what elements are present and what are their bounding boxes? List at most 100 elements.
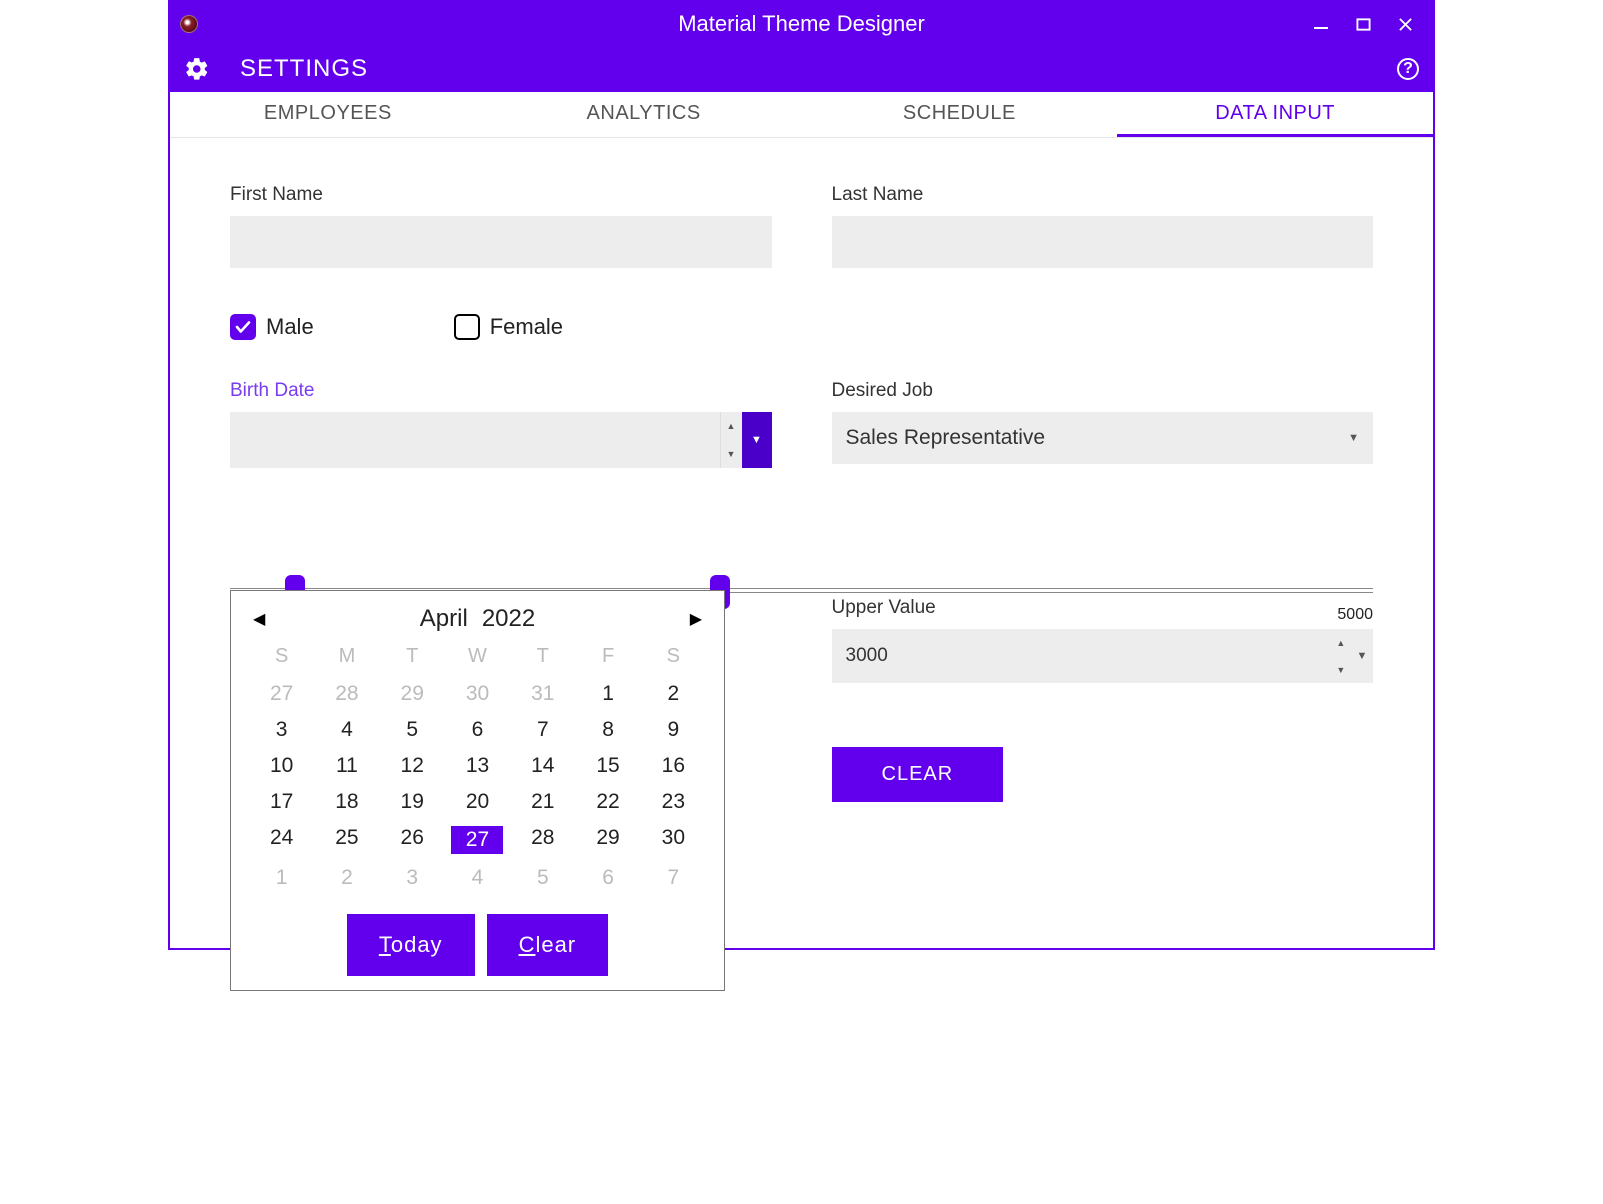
calendar-day[interactable]: 18	[314, 786, 379, 818]
upper-value-label: Upper Value	[832, 597, 1374, 619]
upper-value-input[interactable]	[832, 629, 1331, 683]
content-area: First Name Last Name Male Female Birth D…	[170, 138, 1433, 848]
calendar-day[interactable]: 27	[445, 822, 510, 858]
settings-bar: SETTINGS ?	[170, 46, 1433, 92]
calendar-next-month[interactable]	[690, 609, 702, 629]
help-icon: ?	[1397, 58, 1419, 80]
calendar-day[interactable]: 19	[380, 786, 445, 818]
female-checkbox[interactable]: Female	[454, 314, 563, 340]
calendar-day[interactable]: 9	[641, 714, 706, 746]
calendar-day[interactable]: 29	[380, 678, 445, 710]
calendar-day[interactable]: 8	[575, 714, 640, 746]
checkbox-empty-icon	[454, 314, 480, 340]
calendar-day[interactable]: 23	[641, 786, 706, 818]
female-label: Female	[490, 314, 563, 340]
male-label: Male	[266, 314, 314, 340]
calendar-dow: S	[249, 643, 314, 674]
last-name-label: Last Name	[832, 184, 1374, 206]
calendar-day[interactable]: 20	[445, 786, 510, 818]
spin-down-icon[interactable]	[721, 440, 742, 468]
last-name-input[interactable]	[832, 216, 1374, 268]
calendar-day[interactable]: 12	[380, 750, 445, 782]
calendar-day[interactable]: 4	[445, 862, 510, 894]
tab-data-input[interactable]: DATA INPUT	[1117, 92, 1433, 137]
desired-job-select[interactable]: Sales Representative	[832, 412, 1374, 464]
birth-date-input[interactable]	[230, 412, 720, 468]
birth-date-dropdown-button[interactable]	[742, 412, 772, 468]
calendar-day[interactable]: 2	[641, 678, 706, 710]
birth-date-label: Birth Date	[230, 380, 772, 402]
calendar-day[interactable]: 31	[510, 678, 575, 710]
tab-analytics[interactable]: ANALYTICS	[486, 92, 802, 137]
calendar-day[interactable]: 3	[380, 862, 445, 894]
calendar-day[interactable]: 7	[510, 714, 575, 746]
desired-job-value: Sales Representative	[846, 426, 1046, 450]
male-checkbox[interactable]: Male	[230, 314, 314, 340]
tab-employees[interactable]: EMPLOYEES	[170, 92, 486, 137]
calendar-day[interactable]: 28	[314, 678, 379, 710]
calendar-day[interactable]: 25	[314, 822, 379, 858]
calendar-day[interactable]: 27	[249, 678, 314, 710]
calendar-day[interactable]: 17	[249, 786, 314, 818]
window-title: Material Theme Designer	[678, 11, 925, 37]
calendar-day[interactable]: 24	[249, 822, 314, 858]
calendar-day[interactable]: 29	[575, 822, 640, 858]
calendar-day[interactable]: 2	[314, 862, 379, 894]
check-icon	[230, 314, 256, 340]
calendar-today-button[interactable]: Today	[347, 914, 475, 976]
upper-dropdown-icon[interactable]	[1351, 629, 1373, 683]
calendar-title[interactable]: April 2022	[420, 605, 535, 633]
calendar-day[interactable]: 21	[510, 786, 575, 818]
birth-date-spinner	[720, 412, 742, 468]
first-name-input[interactable]	[230, 216, 772, 268]
calendar-prev-month[interactable]	[253, 609, 265, 629]
calendar-year: 2022	[482, 605, 535, 633]
calendar-day[interactable]: 11	[314, 750, 379, 782]
calendar-day[interactable]: 5	[380, 714, 445, 746]
tab-strip: EMPLOYEES ANALYTICS SCHEDULE DATA INPUT	[170, 92, 1433, 138]
calendar-day[interactable]: 22	[575, 786, 640, 818]
calendar-day[interactable]: 4	[314, 714, 379, 746]
calendar-day[interactable]: 30	[641, 822, 706, 858]
slider-max-label: 5000	[1337, 606, 1373, 624]
maximize-button[interactable]	[1349, 10, 1377, 38]
calendar-day[interactable]: 14	[510, 750, 575, 782]
calendar-day[interactable]: 1	[575, 678, 640, 710]
calendar-day[interactable]: 6	[575, 862, 640, 894]
upper-spin-up-icon[interactable]	[1331, 629, 1351, 656]
calendar-dow: F	[575, 643, 640, 674]
gear-icon[interactable]	[184, 56, 210, 82]
help-button[interactable]: ?	[1397, 58, 1419, 80]
calendar-day[interactable]: 28	[510, 822, 575, 858]
calendar-clear-button[interactable]: Clear	[487, 914, 609, 976]
calendar-dow: T	[510, 643, 575, 674]
calendar-dow: M	[314, 643, 379, 674]
calendar-day[interactable]: 6	[445, 714, 510, 746]
close-button[interactable]	[1391, 10, 1419, 38]
calendar-day[interactable]: 5	[510, 862, 575, 894]
spin-up-icon[interactable]	[721, 412, 742, 440]
minimize-button[interactable]	[1307, 10, 1335, 38]
upper-value-control	[832, 629, 1374, 683]
calendar-month: April	[420, 605, 468, 633]
calendar-day[interactable]: 30	[445, 678, 510, 710]
calendar-day[interactable]: 26	[380, 822, 445, 858]
calendar-day[interactable]: 16	[641, 750, 706, 782]
calendar-popup: April 2022 SMTWTFS2728293031123456789101…	[230, 590, 725, 991]
calendar-grid: SMTWTFS272829303112345678910111213141516…	[231, 639, 724, 904]
birth-date-input-wrap	[230, 412, 772, 468]
calendar-day[interactable]: 13	[445, 750, 510, 782]
calendar-day[interactable]: 7	[641, 862, 706, 894]
clear-button[interactable]: CLEAR	[832, 747, 1004, 802]
calendar-day[interactable]: 10	[249, 750, 314, 782]
calendar-day[interactable]: 15	[575, 750, 640, 782]
settings-label[interactable]: SETTINGS	[240, 55, 368, 83]
calendar-dow: S	[641, 643, 706, 674]
tab-schedule[interactable]: SCHEDULE	[802, 92, 1118, 137]
desired-job-label: Desired Job	[832, 380, 1374, 402]
calendar-dow: T	[380, 643, 445, 674]
upper-spin-down-icon[interactable]	[1331, 656, 1351, 683]
calendar-dow: W	[445, 643, 510, 674]
calendar-day[interactable]: 3	[249, 714, 314, 746]
calendar-day[interactable]: 1	[249, 862, 314, 894]
